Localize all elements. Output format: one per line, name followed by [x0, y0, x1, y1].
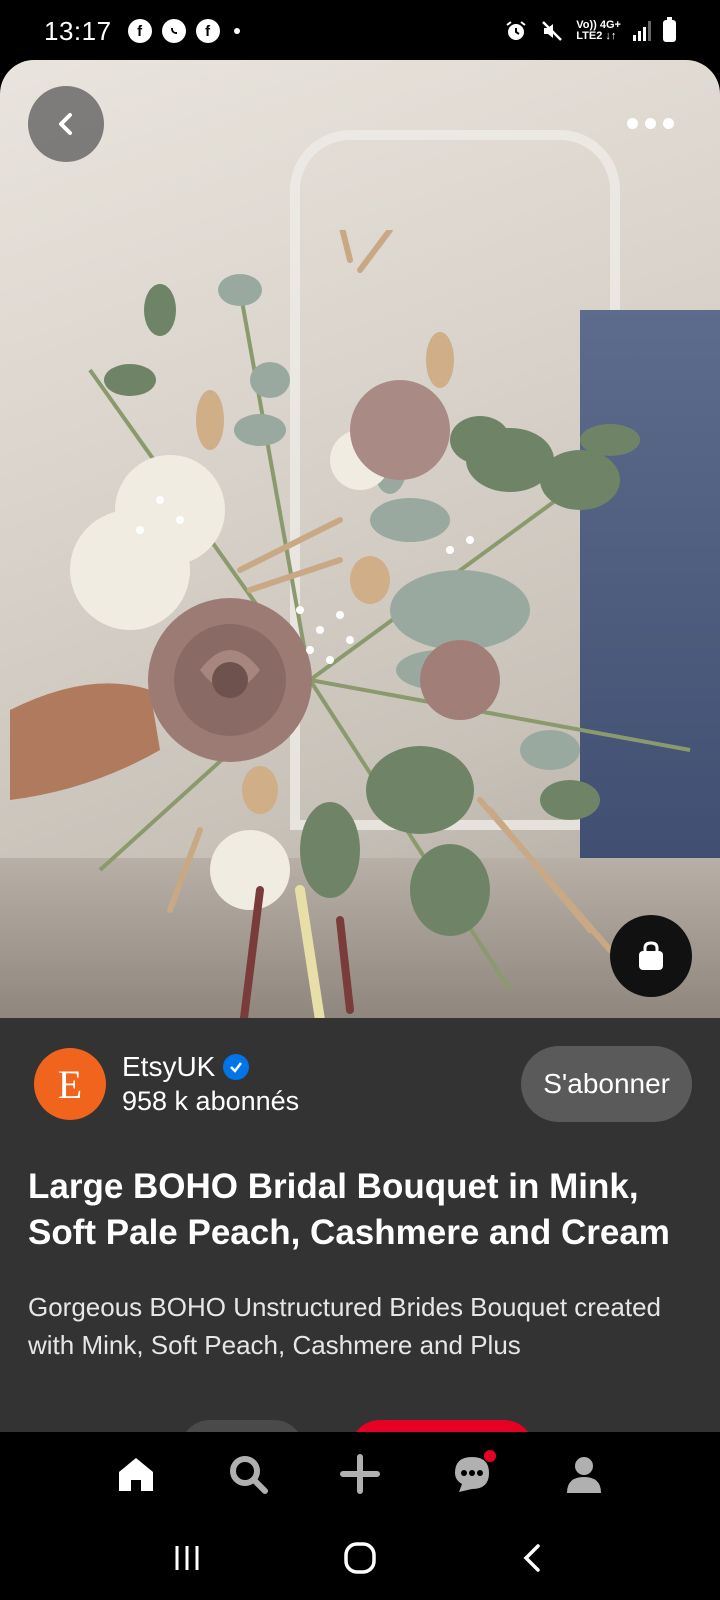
- verified-badge-icon: [223, 1054, 250, 1080]
- nav-search[interactable]: [218, 1444, 278, 1504]
- status-bar: 13:17 f f Vo)) 4G+ LTE2 ↓↑: [0, 0, 720, 62]
- bouquet-illustration: [10, 230, 691, 1018]
- signal-icon: [633, 21, 651, 41]
- alarm-icon: [506, 21, 526, 40]
- notification-badge: [484, 1450, 496, 1462]
- creator-avatar[interactable]: E: [34, 1048, 106, 1120]
- visit-button[interactable]: [180, 1420, 304, 1432]
- recents-icon: [175, 1546, 199, 1570]
- search-icon: [230, 1456, 268, 1494]
- pin-info-panel: E EtsyUK 958 k abonnés S'abonner Large B…: [0, 1018, 720, 1432]
- save-button[interactable]: [350, 1420, 534, 1432]
- creator-name[interactable]: EtsyUK: [122, 1050, 215, 1084]
- facebook-icon: f: [195, 19, 220, 43]
- follow-button[interactable]: S'abonner: [521, 1046, 692, 1122]
- mute-icon: [542, 21, 563, 41]
- back-chevron-icon: [523, 1544, 541, 1572]
- shopping-bag-icon: [639, 941, 663, 970]
- nav-messages[interactable]: [442, 1444, 502, 1504]
- system-back-button[interactable]: [503, 1528, 563, 1588]
- nav-profile[interactable]: [554, 1444, 614, 1504]
- network-indicator: Vo)) 4G+ LTE2 ↓↑: [576, 19, 621, 42]
- bottom-nav: [0, 1432, 720, 1516]
- status-time: 13:17: [44, 15, 112, 46]
- system-nav: [0, 1516, 720, 1600]
- recents-button[interactable]: [157, 1528, 217, 1588]
- notification-dot-icon: [233, 28, 240, 34]
- profile-icon: [567, 1457, 601, 1493]
- facebook-icon: f: [127, 19, 152, 43]
- follower-count: 958 k abonnés: [122, 1086, 300, 1116]
- more-horizontal-icon: [626, 117, 638, 129]
- home-button[interactable]: [330, 1528, 390, 1588]
- pin-description: Gorgeous BOHO Unstructured Brides Bouque…: [28, 1292, 661, 1360]
- home-icon: [119, 1458, 153, 1491]
- plus-icon: [340, 1454, 380, 1494]
- chevron-left-icon: [59, 113, 72, 135]
- pin-image[interactable]: [0, 60, 720, 1018]
- more-options-button[interactable]: [620, 108, 680, 138]
- nav-create[interactable]: [330, 1444, 390, 1504]
- shop-button[interactable]: [610, 915, 692, 997]
- nav-home[interactable]: [106, 1444, 166, 1504]
- battery-icon: [663, 17, 676, 42]
- creator-row: E EtsyUK 958 k abonnés S'abonner: [34, 1046, 692, 1122]
- whatsapp-icon: [161, 19, 186, 43]
- pin-detail-screen: 13:17 f f Vo)) 4G+ LTE2 ↓↑ E EtsyUK 958 …: [0, 0, 720, 1600]
- home-circle-icon: [344, 1542, 376, 1574]
- pin-title: Large BOHO Bridal Bouquet in Mink, Soft …: [28, 1167, 670, 1252]
- back-button[interactable]: [28, 86, 104, 162]
